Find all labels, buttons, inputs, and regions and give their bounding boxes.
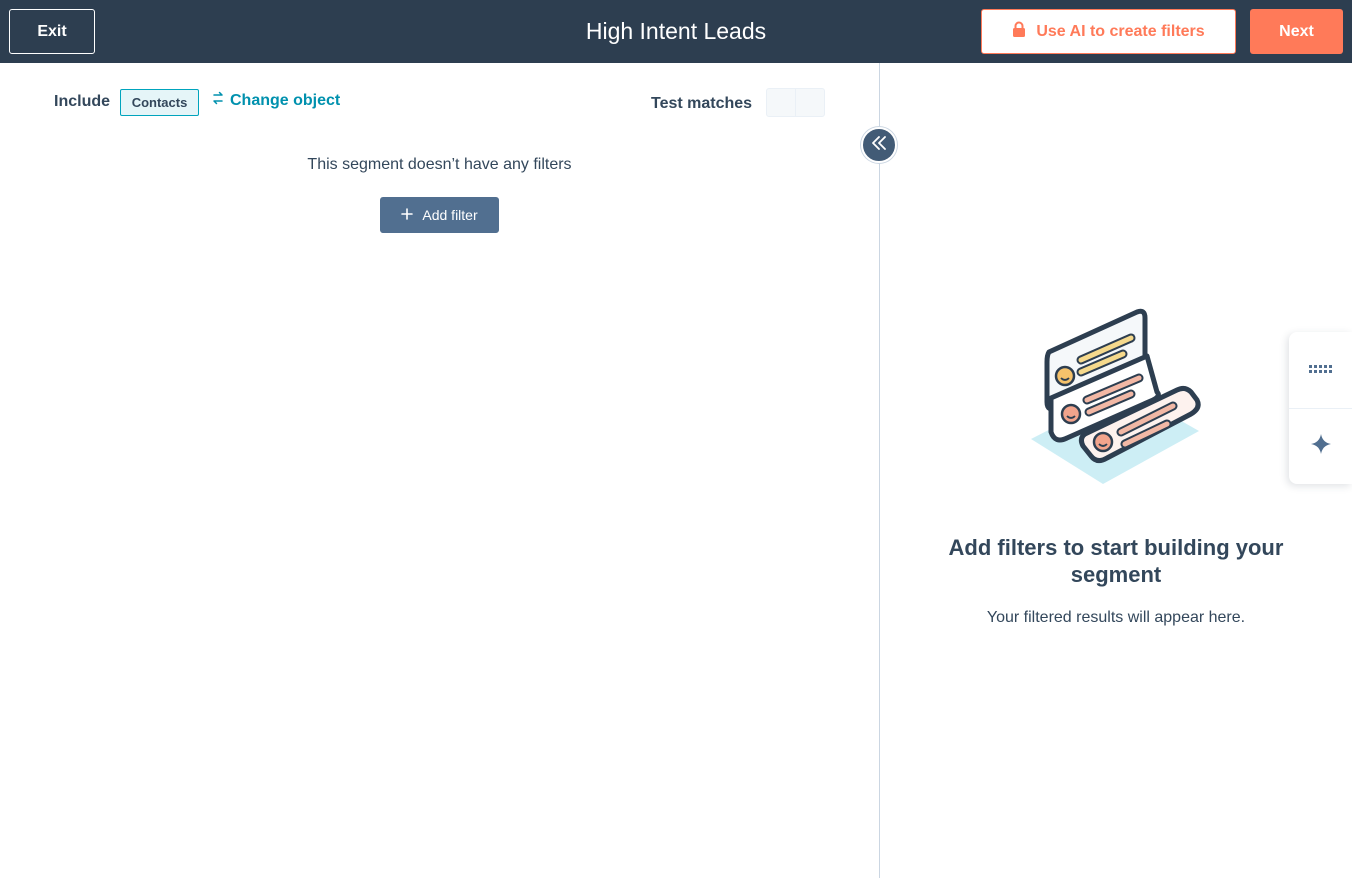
- change-object-label: Change object: [230, 91, 341, 109]
- include-label: Include: [54, 93, 111, 110]
- double-chevron-left-icon: [871, 135, 887, 155]
- no-filters-message: This segment doesn’t have any filters: [307, 156, 572, 173]
- test-matches-toggle[interactable]: [766, 88, 825, 117]
- test-toggle-right[interactable]: [795, 89, 824, 116]
- results-empty-heading: Add filters to start building your segme…: [948, 535, 1284, 587]
- results-empty-subtext: Your filtered results will appear here.: [986, 609, 1246, 626]
- swap-arrows-icon: [212, 91, 224, 110]
- panel-divider: [879, 63, 880, 878]
- test-matches-label: Test matches: [651, 95, 753, 112]
- exit-button[interactable]: Exit: [9, 9, 95, 54]
- ai-assistant-button[interactable]: [1289, 408, 1352, 484]
- add-filter-label: Add filter: [422, 207, 478, 223]
- use-ai-filters-button[interactable]: Use AI to create filters: [981, 9, 1236, 54]
- plus-icon: [401, 207, 414, 223]
- add-filter-button[interactable]: Add filter: [380, 197, 499, 233]
- lock-icon: [1012, 21, 1026, 42]
- object-tag: Contacts: [120, 89, 199, 116]
- next-button[interactable]: Next: [1250, 9, 1343, 54]
- test-toggle-left[interactable]: [767, 89, 795, 116]
- top-bar: Exit High Intent Leads Use AI to create …: [0, 0, 1352, 63]
- keyboard-icon: [1308, 361, 1334, 379]
- empty-state-illustration: [1027, 306, 1205, 490]
- collapse-panel-button[interactable]: [861, 127, 897, 163]
- change-object-link[interactable]: Change object: [212, 91, 340, 110]
- sparkle-icon: [1310, 433, 1332, 460]
- side-rail: [1289, 332, 1352, 484]
- use-ai-filters-label: Use AI to create filters: [1036, 22, 1205, 40]
- keyboard-shortcuts-button[interactable]: [1289, 332, 1352, 408]
